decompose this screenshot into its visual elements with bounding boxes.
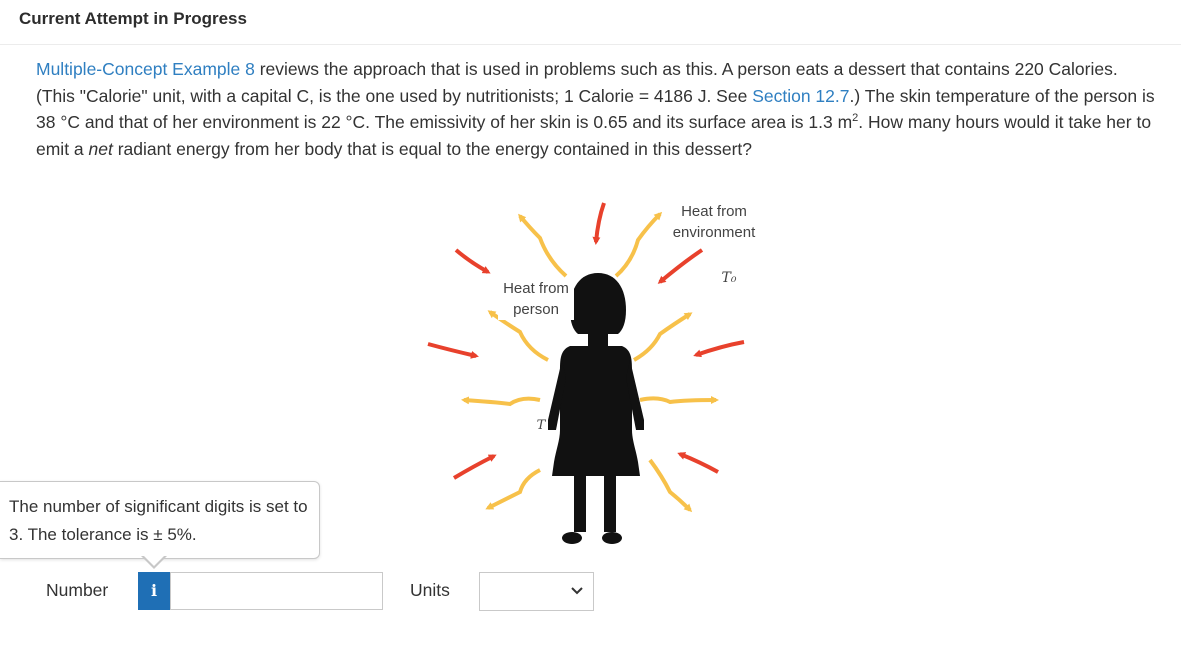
env-arrow-6 <box>452 454 497 480</box>
question-text: Multiple-Concept Example 8 reviews the a… <box>36 56 1161 162</box>
env-arrow-3 <box>657 248 704 284</box>
person-arrow-5 <box>461 396 541 407</box>
page-header: Current Attempt in Progress <box>0 0 1181 45</box>
env-arrow-1 <box>454 248 491 274</box>
env-arrow-7 <box>677 452 719 474</box>
person-heat-arrows <box>461 211 719 513</box>
label-heat-from-environment: Heat from environment <box>668 201 760 243</box>
tooltip-text: The number of significant digits is set … <box>9 497 308 544</box>
net-emphasis: net <box>88 138 113 159</box>
label-heat-from-person: Heat from person <box>498 278 574 320</box>
units-select[interactable] <box>479 572 594 611</box>
person-arrow-7 <box>485 468 541 510</box>
chevron-down-icon <box>571 587 583 595</box>
person-arrow-6 <box>639 396 719 405</box>
person-arrow-1 <box>518 213 568 278</box>
label-environment-temperature: T₀ <box>721 270 737 286</box>
person-silhouette <box>548 273 644 544</box>
person-arrow-8 <box>648 458 693 513</box>
units-label: Units <box>410 580 450 600</box>
env-arrow-4 <box>427 342 479 359</box>
tooltip-pointer-inner <box>143 555 165 566</box>
tolerance-tooltip: The number of significant digits is set … <box>0 481 320 559</box>
environment-heat-arrows <box>427 202 745 480</box>
person-arrow-4 <box>633 312 693 362</box>
section-link[interactable]: Section 12.7 <box>752 86 849 106</box>
env-arrow-5 <box>693 340 745 358</box>
number-label: Number <box>46 580 109 600</box>
person-arrow-3 <box>487 310 549 362</box>
info-icon[interactable]: i <box>138 572 170 610</box>
example-link[interactable]: Multiple-Concept Example 8 <box>36 59 255 79</box>
label-person-temperature: T <box>536 418 546 433</box>
question-part-4: radiant energy from her body that is equ… <box>112 138 752 159</box>
page-title: Current Attempt in Progress <box>19 9 247 28</box>
person-arrow-2 <box>614 211 663 278</box>
number-input[interactable] <box>170 572 383 610</box>
env-arrow-2 <box>592 202 606 245</box>
